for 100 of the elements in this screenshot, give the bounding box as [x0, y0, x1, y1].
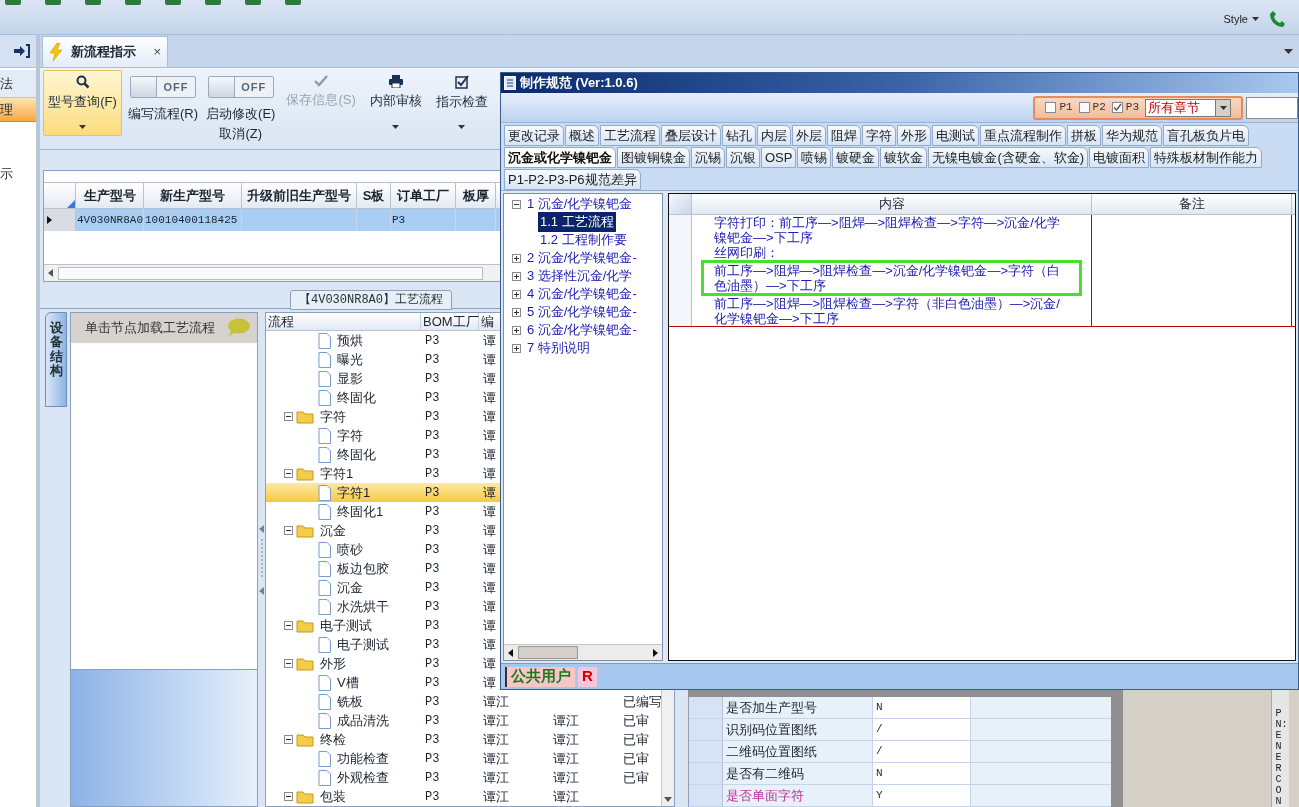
filter-checkbox[interactable]: P1 [1045, 99, 1073, 116]
style-menu[interactable]: Style [1223, 10, 1259, 28]
tree-item[interactable]: 沉金 [266, 521, 421, 540]
outline-item[interactable]: 1.2 工程制作要 [538, 230, 629, 250]
tab[interactable]: 外形 [897, 125, 931, 146]
tab[interactable]: P1-P2-P3-P6规范差异 [504, 169, 641, 190]
splitter-handle-icon[interactable] [258, 524, 265, 595]
filter-checkbox[interactable]: P3 [1111, 99, 1139, 116]
tree-item[interactable]: 终固化1 [266, 502, 421, 521]
tab[interactable]: 喷锡 [797, 147, 832, 168]
expand-icon[interactable] [512, 271, 521, 281]
side-tab[interactable]: 设备结构 [45, 312, 67, 407]
tab[interactable]: 电测试 [932, 125, 979, 146]
tab[interactable]: 工艺流程 [600, 125, 660, 146]
tree-item[interactable]: 预烘 [266, 331, 421, 350]
tab[interactable]: 电镀面积 [1089, 147, 1150, 168]
collapse-icon[interactable] [284, 659, 293, 668]
outline-item[interactable]: 4 沉金/化学镍钯金- [525, 284, 639, 304]
expand-icon[interactable] [512, 325, 521, 335]
tab[interactable]: 沉锡 [691, 147, 725, 168]
outline-item[interactable]: 7 特别说明 [525, 338, 592, 358]
column-header[interactable]: 订单工厂 [391, 183, 456, 208]
column-header[interactable]: 编 [481, 313, 494, 332]
tab[interactable]: 图镀铜镍金 [617, 147, 690, 168]
tab[interactable]: 沉金或化学镍钯金 [504, 147, 616, 168]
chapter-select[interactable]: 所有章节 [1145, 98, 1231, 117]
sidebar-item[interactable]: 理 [0, 98, 36, 122]
collapse-icon[interactable] [284, 621, 293, 630]
tab[interactable]: 镀软金 [880, 147, 928, 168]
sidebar-item[interactable]: 法 [0, 70, 36, 98]
tree-item[interactable]: V槽 [266, 673, 421, 692]
tree-item[interactable]: 包装 [266, 787, 421, 806]
tree-item[interactable]: 喷砂 [266, 540, 421, 559]
outline-item[interactable]: 1 沉金/化学镍钯金 [525, 194, 635, 214]
column-header[interactable]: BOM工厂 [423, 313, 479, 332]
expand-icon[interactable] [512, 307, 521, 317]
column-header[interactable]: 流程 [268, 313, 294, 332]
tab[interactable]: 重点流程制作 [980, 125, 1066, 146]
column-header[interactable]: 备注 [1092, 194, 1292, 214]
tree-item[interactable]: 显影 [266, 369, 421, 388]
tree-item[interactable]: 功能检查 [266, 749, 421, 768]
outline-item[interactable]: 6 沉金/化学镍钯金- [525, 320, 639, 340]
expand-icon[interactable] [512, 289, 521, 299]
tab[interactable]: 无镍电镀金(含硬金、软金) [928, 147, 1089, 168]
expand-icon[interactable] [512, 343, 521, 353]
tree-item[interactable]: 外形 [266, 654, 421, 673]
tab[interactable]: 钻孔 [722, 125, 756, 146]
tab[interactable]: 概述 [565, 125, 599, 146]
toggle-switch[interactable]: OFF [207, 76, 274, 98]
tab[interactable]: 盲孔板负片电 [1163, 125, 1249, 146]
tree-item[interactable]: 成品清洗 [266, 711, 421, 730]
scrollbar-thumb[interactable] [58, 266, 483, 280]
tree-item[interactable]: 字符1 [266, 464, 421, 483]
tree-item[interactable]: 终检 [266, 730, 421, 749]
tab[interactable]: 沉银 [726, 147, 760, 168]
tab[interactable]: OSP [761, 147, 797, 168]
tree-item[interactable]: 电子测试 [266, 616, 421, 635]
tab[interactable]: 华为规范 [1102, 125, 1162, 146]
collapse-icon[interactable] [512, 199, 521, 209]
expand-icon[interactable] [512, 253, 521, 263]
close-button[interactable]: × [153, 42, 161, 62]
tab[interactable]: 叠层设计 [661, 125, 721, 146]
tab[interactable]: 内层 [757, 125, 791, 146]
tree-item[interactable]: 铣板 [266, 692, 421, 711]
tab[interactable]: 新流程指示 × [42, 36, 168, 67]
tree-item[interactable]: 电子测试 [266, 635, 421, 654]
collapse-icon[interactable] [284, 469, 293, 478]
tab[interactable]: 更改记录 [504, 125, 564, 146]
outline-item[interactable]: 3 选择性沉金/化学 [525, 266, 635, 286]
tab[interactable]: 阻焊 [827, 125, 861, 146]
filter-checkbox[interactable]: P2 [1078, 99, 1106, 116]
ribbon-button[interactable]: 型号查询(F) [43, 70, 122, 136]
tree-item[interactable]: 字符 [266, 407, 421, 426]
column-header[interactable]: 新生产型号 [144, 183, 242, 208]
dropdown-icon[interactable] [1284, 48, 1293, 54]
column-header[interactable]: 内容 [692, 194, 1092, 214]
tree-item[interactable]: 板边包胶 [266, 559, 421, 578]
toggle-switch[interactable]: OFF [130, 76, 196, 98]
outline-item[interactable]: 5 沉金/化学镍钯金- [525, 302, 639, 322]
input-field[interactable] [1246, 96, 1298, 119]
tree-item[interactable]: 曝光 [266, 350, 421, 369]
sidebar-item[interactable]: 示 [0, 162, 36, 186]
column-header[interactable]: 升级前旧生产型号 [242, 183, 357, 208]
phone-icon[interactable] [1269, 10, 1287, 28]
column-header[interactable]: S板 [357, 183, 391, 208]
scrollbar-thumb[interactable] [518, 646, 578, 659]
collapse-icon[interactable] [284, 526, 293, 535]
exit-icon[interactable] [14, 44, 30, 58]
tree-item[interactable]: 终固化 [266, 445, 421, 464]
column-header[interactable]: 板厚 [456, 183, 496, 208]
tree-item[interactable]: 字符1 [266, 483, 421, 502]
tree-item[interactable]: 外观检查 [266, 768, 421, 787]
tree-item[interactable]: 沉金 [266, 578, 421, 597]
outline-item[interactable]: 1.1 工艺流程 [538, 212, 616, 232]
column-header[interactable]: 生产型号 [76, 183, 144, 208]
ribbon-button[interactable]: 内部审核 [364, 70, 427, 136]
collapse-icon[interactable] [284, 735, 293, 744]
tab[interactable]: 拼板 [1067, 125, 1101, 146]
tab[interactable]: 字符 [862, 125, 896, 146]
tree-item[interactable]: 字符 [266, 426, 421, 445]
